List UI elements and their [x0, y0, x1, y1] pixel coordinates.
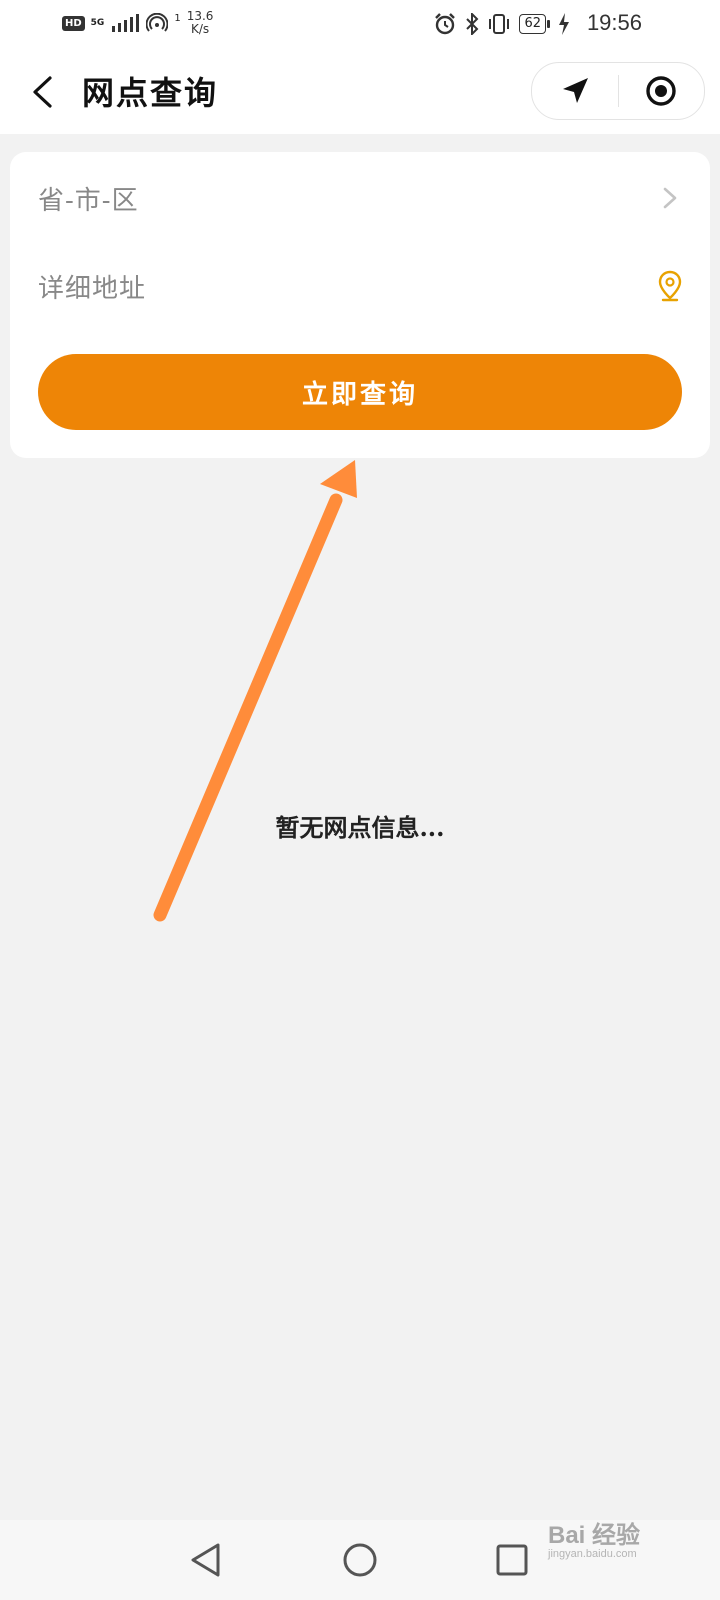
- status-time: 19:56: [586, 10, 642, 35]
- vibrate-icon: [489, 14, 510, 34]
- hd-badge: HD: [62, 15, 85, 31]
- address-placeholder: 详细地址: [38, 273, 147, 304]
- location-arrow-icon: [562, 78, 588, 103]
- location-button[interactable]: [532, 63, 618, 119]
- network-type: 5G: [90, 17, 105, 28]
- net-speed: 13.6 K/s: [187, 10, 214, 36]
- nav-recents-button[interactable]: [490, 1538, 534, 1582]
- mini-program-capsule: [531, 62, 705, 120]
- status-bar: HD 5G 1 13.6 K/s 62 19:56: [0, 0, 720, 50]
- back-button[interactable]: [22, 68, 62, 116]
- status-left: HD 5G 1 13.6 K/s: [62, 10, 213, 36]
- query-button[interactable]: 立即查询: [38, 354, 682, 430]
- chevron-right-icon: [654, 182, 686, 214]
- net-speed-unit: K/s: [190, 22, 210, 36]
- record-button[interactable]: [619, 63, 705, 119]
- battery-level: 62: [519, 14, 550, 34]
- page-title: 网点查询: [82, 74, 219, 112]
- square-recents-icon: [496, 1544, 528, 1576]
- status-right: 62: [433, 12, 570, 36]
- region-label: 省-市-区: [38, 185, 139, 216]
- nav-bar: 网点查询: [0, 50, 720, 134]
- region-selector[interactable]: 省-市-区: [38, 168, 686, 228]
- baidu-watermark: Bai 经验 jingyan.baidu.com: [548, 1515, 640, 1560]
- hotspot-icon: [146, 13, 169, 32]
- record-icon: [646, 76, 676, 106]
- nav-home-button[interactable]: [338, 1538, 382, 1582]
- signal-icon: [112, 14, 140, 32]
- alarm-icon: [435, 13, 456, 35]
- location-pin-icon[interactable]: [654, 270, 686, 302]
- charging-icon: [559, 13, 569, 35]
- circle-home-icon: [343, 1543, 377, 1577]
- back-icon: [33, 76, 52, 108]
- watermark-brand: Bai 经验: [548, 1522, 641, 1549]
- triangle-back-icon: [191, 1543, 220, 1577]
- address-input[interactable]: 详细地址: [38, 256, 686, 316]
- bluetooth-icon: [466, 13, 479, 35]
- watermark-url: jingyan.baidu.com: [548, 1548, 637, 1560]
- hotspot-count: 1: [174, 12, 181, 24]
- nav-back-button[interactable]: [184, 1538, 228, 1582]
- search-card: 省-市-区 详细地址 立即查询: [10, 152, 710, 458]
- empty-state-text: 暂无网点信息...: [275, 813, 445, 842]
